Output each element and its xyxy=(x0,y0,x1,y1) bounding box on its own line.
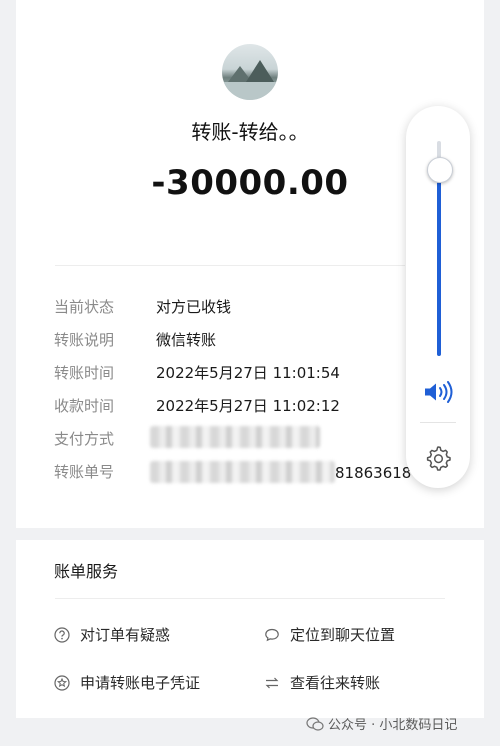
swap-arrows-icon xyxy=(265,677,279,689)
detail-label: 转账时间 xyxy=(54,364,115,382)
view-transfers-link[interactable]: 查看往来转账 xyxy=(264,671,380,695)
order-number-visible: 81863618 xyxy=(335,464,412,482)
detail-value: 对方已收钱 xyxy=(156,298,232,316)
volume-level-fill xyxy=(437,169,441,356)
detail-label: 转账说明 xyxy=(54,331,115,349)
watermark: 公众号 · 小北数码日记 xyxy=(306,714,457,733)
detail-label: 支付方式 xyxy=(54,430,115,448)
detail-label: 收款时间 xyxy=(54,397,115,415)
blurred-order-number xyxy=(150,461,335,483)
question-icon xyxy=(54,627,70,643)
watermark-text: 公众号 · 小北数码日记 xyxy=(328,718,458,733)
gear-icon[interactable] xyxy=(424,444,452,472)
order-question-link[interactable]: 对订单有疑惑 xyxy=(54,623,170,647)
locate-chat-link[interactable]: 定位到聊天位置 xyxy=(264,623,395,647)
detail-label: 当前状态 xyxy=(54,298,115,316)
divider xyxy=(55,265,405,266)
bill-services-title: 账单服务 xyxy=(54,562,119,581)
service-label: 定位到聊天位置 xyxy=(290,626,396,644)
blurred-payment-method xyxy=(150,426,320,448)
service-label: 申请转账电子凭证 xyxy=(80,674,201,692)
recipient-avatar[interactable] xyxy=(222,44,278,100)
detail-value: 2022年5月27日 11:02:12 xyxy=(156,397,340,415)
service-label: 查看往来转账 xyxy=(290,674,381,692)
chat-bubble-icon xyxy=(265,628,279,642)
detail-value: 微信转账 xyxy=(156,331,217,349)
divider xyxy=(55,598,445,599)
star-badge-icon xyxy=(54,675,70,691)
speaker-icon[interactable] xyxy=(423,380,455,404)
volume-slider-thumb[interactable] xyxy=(427,157,453,183)
wechat-icon xyxy=(306,717,324,731)
request-voucher-link[interactable]: 申请转账电子凭证 xyxy=(54,671,200,695)
volume-panel xyxy=(406,106,470,488)
divider xyxy=(420,422,456,423)
detail-value: 2022年5月27日 11:01:54 xyxy=(156,364,340,382)
detail-label: 转账单号 xyxy=(54,463,115,481)
service-label: 对订单有疑惑 xyxy=(80,626,171,644)
